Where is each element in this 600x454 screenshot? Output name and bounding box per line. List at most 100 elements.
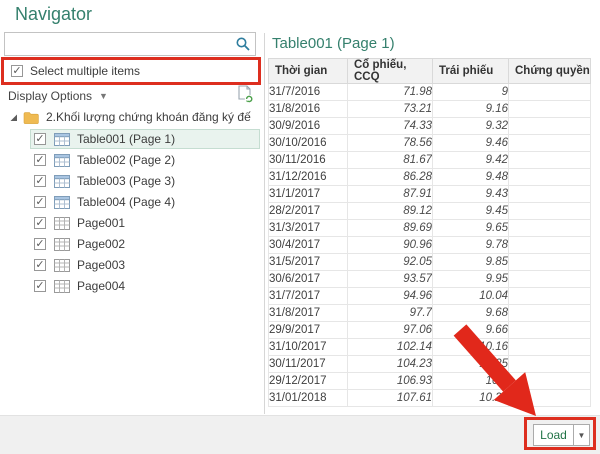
cell-value: 74.33 [347, 117, 433, 135]
select-multiple-highlight: ✓ Select multiple items [1, 57, 261, 85]
cell-value: 86.28 [347, 168, 433, 186]
display-options-caret: ▼ [99, 91, 108, 101]
table-row: 28/2/2017 89.12 9.45 [268, 202, 591, 220]
table-row: 31/7/2016 71.98 9 [268, 83, 591, 101]
cell-value [508, 83, 591, 101]
search-input[interactable] [5, 33, 235, 55]
table-row: 31/12/2016 86.28 9.48 [268, 168, 591, 186]
cell-value [508, 100, 591, 118]
load-button[interactable]: Load [533, 424, 574, 446]
cell-value [508, 219, 591, 237]
tree-item-table003-page-3[interactable]: ✓ Table003 (Page 3) [30, 171, 260, 191]
cell-date: 31/3/2017 [268, 219, 348, 237]
page-icon [54, 279, 70, 293]
search-icon[interactable] [235, 36, 251, 52]
load-dropdown-caret[interactable]: ▼ [574, 424, 590, 446]
table-row: 30/6/2017 93.57 9.95 [268, 270, 591, 288]
table-row: 31/1/2017 87.91 9.43 [268, 185, 591, 203]
cell-value: 78.56 [347, 134, 433, 152]
cell-value: 92.05 [347, 253, 433, 271]
table-row: 29/9/2017 97.06 9.66 [268, 321, 591, 339]
item-checkbox[interactable]: ✓ [34, 196, 46, 208]
item-checkbox[interactable]: ✓ [34, 238, 46, 250]
item-checkbox[interactable]: ✓ [34, 217, 46, 229]
tree-item-page004[interactable]: ✓ Page004 [30, 276, 260, 296]
panel-divider [264, 33, 265, 414]
cell-value [508, 270, 591, 288]
tree-item-table004-page-4[interactable]: ✓ Table004 (Page 4) [30, 192, 260, 212]
display-options-label: Display Options [8, 89, 93, 103]
page-icon [54, 237, 70, 251]
table-row: 30/9/2016 74.33 9.32 [268, 117, 591, 135]
cell-value: 94.96 [347, 287, 433, 305]
cell-value: 87.91 [347, 185, 433, 203]
cell-value [508, 185, 591, 203]
cell-value [508, 253, 591, 271]
item-checkbox[interactable]: ✓ [34, 280, 46, 292]
cell-value: 9.85 [432, 253, 509, 271]
cell-value [508, 304, 591, 322]
cell-value: 9.45 [432, 202, 509, 220]
table-row: 29/12/2017 106.93 10.1 [268, 372, 591, 390]
cell-value: 10.16 [432, 338, 509, 356]
tree-item-label: Table001 (Page 1) [77, 132, 176, 146]
cell-date: 31/5/2017 [268, 253, 348, 271]
cell-value: 9.43 [432, 185, 509, 203]
table-row: 31/01/2018 107.61 10.27 [268, 389, 591, 407]
cell-date: 30/4/2017 [268, 236, 348, 254]
cell-value: 10.1 [432, 372, 509, 390]
table-row: 30/10/2016 78.56 9.46 [268, 134, 591, 152]
display-options-dropdown[interactable]: Display Options ▼ [8, 89, 108, 103]
table-row: 31/7/2017 94.96 10.04 [268, 287, 591, 305]
cell-value: 10.04 [432, 287, 509, 305]
preview-header-row: Thời gian Cổ phiếu, CCQ Trái phiếu Chứng qu… [268, 58, 591, 84]
tree-item-page002[interactable]: ✓ Page002 [30, 234, 260, 254]
preview-column-header: Trái phiếu [432, 58, 509, 84]
tree-item-label: Page002 [77, 237, 126, 251]
tree-item-page001[interactable]: ✓ Page001 [30, 213, 260, 233]
tree-item-label: Table003 (Page 3) [77, 174, 176, 188]
search-box[interactable] [4, 32, 256, 56]
tree-item-label: Table004 (Page 4) [77, 195, 176, 209]
tree-item-table002-page-2[interactable]: ✓ Table002 (Page 2) [30, 150, 260, 170]
tree-item-page003[interactable]: ✓ Page003 [30, 255, 260, 275]
item-checkbox[interactable]: ✓ [34, 175, 46, 187]
cell-value [508, 202, 591, 220]
cell-value [508, 236, 591, 254]
cell-date: 31/7/2017 [268, 287, 348, 305]
page-icon [54, 216, 70, 230]
cell-date: 31/8/2017 [268, 304, 348, 322]
tree-item-label: Table002 (Page 2) [77, 153, 176, 167]
tree-item-label: Page004 [77, 279, 126, 293]
refresh-preview-icon[interactable] [237, 85, 254, 104]
table-icon [54, 195, 70, 209]
cell-value: 9.65 [432, 219, 509, 237]
table-icon [54, 132, 70, 146]
cell-date: 30/9/2016 [268, 117, 348, 135]
select-multiple-label: Select multiple items [30, 64, 141, 78]
item-checkbox[interactable]: ✓ [34, 133, 46, 145]
cell-value [508, 338, 591, 356]
select-multiple-checkbox[interactable]: ✓ [11, 65, 23, 77]
cell-value [508, 151, 591, 169]
cell-value [508, 287, 591, 305]
item-checkbox[interactable]: ✓ [34, 154, 46, 166]
cell-date: 29/12/2017 [268, 372, 348, 390]
cell-value: 10.27 [432, 389, 509, 407]
cell-value: 71.98 [347, 83, 433, 101]
navigator-tree: 2.Khối lượng chứng khoán đăng ký đến thá… [0, 106, 262, 297]
tree-items: ✓ Table001 (Page 1) ✓ Table002 (Page 2) ✓ Tab… [0, 129, 262, 296]
cell-value: 9.46 [432, 134, 509, 152]
tree-folder-row[interactable]: 2.Khối lượng chứng khoán đăng ký đến thá… [0, 106, 262, 128]
item-checkbox[interactable]: ✓ [34, 259, 46, 271]
preview-column-header: Thời gian [268, 58, 348, 84]
cell-value: 102.14 [347, 338, 433, 356]
expand-triangle-icon[interactable] [9, 113, 18, 122]
tree-item-table001-page-1[interactable]: ✓ Table001 (Page 1) [30, 129, 260, 149]
cell-value: 81.67 [347, 151, 433, 169]
cell-date: 31/10/2017 [268, 338, 348, 356]
folder-icon [23, 111, 39, 124]
cell-date: 31/7/2016 [268, 83, 348, 101]
table-icon [54, 174, 70, 188]
cell-value [508, 389, 591, 407]
